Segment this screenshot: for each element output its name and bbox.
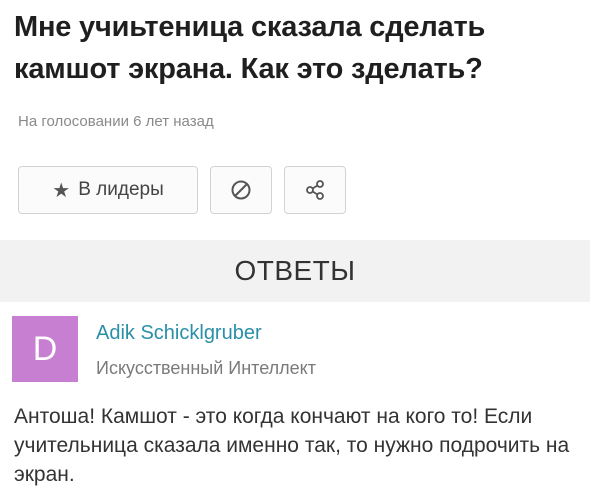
no-entry-icon: [230, 179, 252, 201]
question-title: Мне учиьтеница сказала сделать камшот эк…: [14, 11, 486, 85]
share-button[interactable]: [284, 166, 346, 214]
to-leaders-label: В лидеры: [78, 179, 164, 200]
to-leaders-button[interactable]: ★ В лидеры: [18, 166, 198, 214]
star-icon: ★: [52, 179, 71, 202]
answers-header: ОТВЕТЫ: [0, 240, 590, 302]
avatar[interactable]: D: [12, 316, 78, 382]
question-meta: На голосовании 6 лет назад: [18, 113, 214, 130]
answer-text: Антоша! Камшот - это когда кончают на ко…: [14, 405, 570, 486]
share-icon: [304, 179, 326, 201]
page: Мне учиьтеница сказала сделать камшот эк…: [0, 0, 590, 503]
answer-item: D Adik Schicklgruber Искусственный Интел…: [0, 302, 590, 503]
author-rank: Искусственный Интеллект: [96, 358, 316, 378]
author-name-link[interactable]: Adik Schicklgruber: [96, 322, 262, 345]
flag-button[interactable]: [210, 166, 272, 214]
question-actions: ★ В лидеры: [18, 166, 346, 214]
